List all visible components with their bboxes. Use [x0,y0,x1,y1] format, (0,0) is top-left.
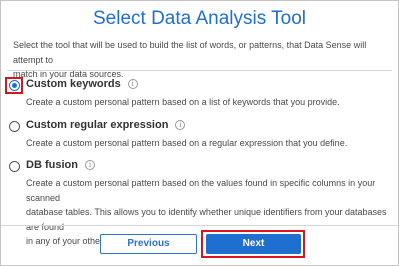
option-description: Create a custom personal pattern based o… [26,95,391,110]
select-tool-dialog: Select Data Analysis Tool Select the too… [0,0,399,266]
dialog-title: Select Data Analysis Tool [93,8,306,29]
radio-db-fusion[interactable] [9,161,20,172]
info-icon[interactable]: i [84,160,95,170]
option-label: Custom keywords [26,78,121,90]
description-line: Create a custom personal pattern based o… [26,178,376,203]
info-icon[interactable]: i [175,120,186,130]
option-custom-keywords[interactable]: Custom keywords i [26,78,138,90]
option-label: Custom regular expression [26,119,169,131]
info-icon[interactable]: i [127,79,138,89]
header-divider [7,70,392,71]
footer-divider [1,225,398,226]
previous-button[interactable]: Previous [100,234,197,254]
radio-custom-regex[interactable] [9,121,20,132]
dialog-intro: Select the tool that will be used to bui… [13,38,393,82]
intro-line: Select the tool that will be used to bui… [13,40,367,65]
description-line: Create a custom personal pattern based o… [26,97,340,107]
description-line: Create a custom personal pattern based o… [26,138,348,148]
radio-custom-keywords[interactable] [9,80,20,91]
option-description: Create a custom personal pattern based o… [26,136,391,151]
option-db-fusion[interactable]: DB fusion i [26,159,95,171]
option-label: DB fusion [26,159,78,171]
next-button[interactable]: Next [206,234,301,254]
option-custom-regex[interactable]: Custom regular expression i [26,119,186,131]
